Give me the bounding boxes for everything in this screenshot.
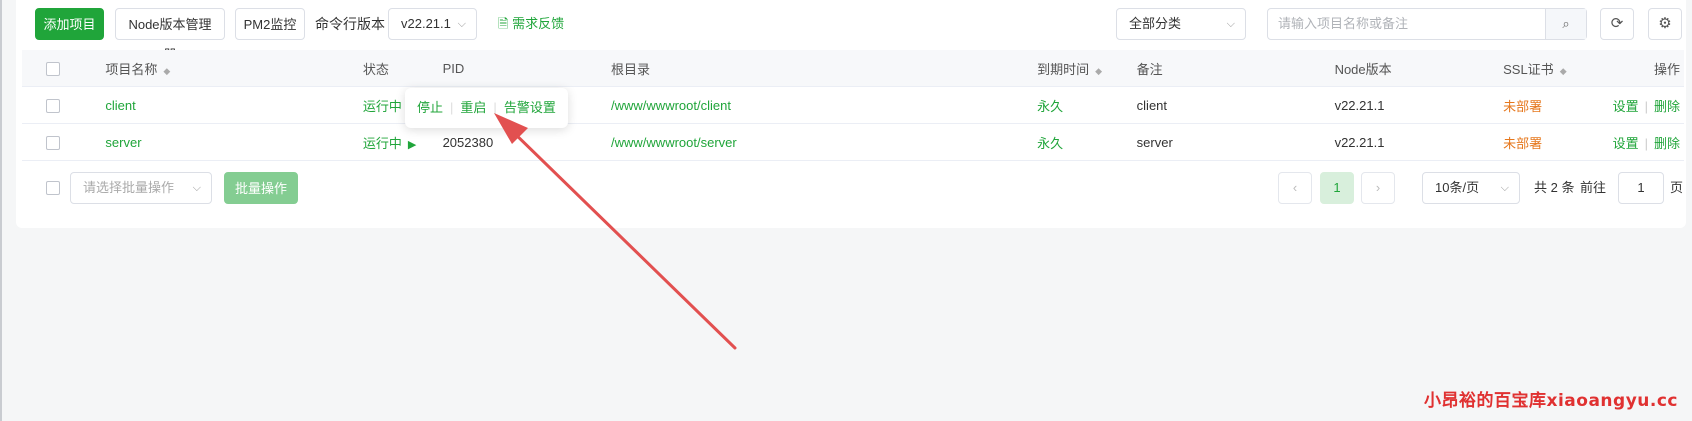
cli-version-value: v22.21.1 [401,16,451,31]
chevron-down-icon: ⌵ [1500,182,1509,194]
node-version-manager-button[interactable]: Node版本管理器 [115,8,225,62]
settings-link[interactable]: 设置 [1613,136,1639,151]
col-ops: 操作 [1612,50,1684,87]
ssl-status-link[interactable]: 未部署 [1503,123,1613,161]
total-count: 共 2 条 [1534,180,1575,195]
delete-link[interactable]: 删除 [1654,99,1680,114]
row-checkbox[interactable] [46,98,60,113]
category-value: 全部分类 [1129,16,1182,31]
next-page-button[interactable]: › [1361,172,1395,204]
project-table: 项目名称 ◆ 状态 PID 根目录 到期时间 ◆ 备注 Node版本 SSL证书 ◆ … [22,50,1684,161]
row-select-cell [22,86,106,124]
col-expire-label: 到期时间 [1037,61,1090,77]
expire-cell[interactable]: 永久 [1037,86,1137,124]
search-input[interactable]: 请输入项目名称或备注 ⌕ [1267,8,1587,40]
ops-cell: 设置 | 删除 [1612,86,1684,124]
settings-link[interactable]: 设置 [1613,99,1639,114]
select-all-checkbox[interactable] [46,61,60,76]
feedback-label: 需求反馈 [512,16,565,31]
col-ssl-label: SSL证书 [1503,61,1554,77]
sort-icon[interactable]: ◆ [1560,66,1567,76]
col-remark: 备注 [1136,50,1335,87]
node-version-cell: v22.21.1 [1334,123,1504,161]
sort-icon[interactable]: ◆ [1095,66,1102,76]
col-expire[interactable]: 到期时间 ◆ [1037,50,1137,87]
project-name-link[interactable]: client [105,86,363,124]
row-checkbox[interactable] [46,135,60,150]
chevron-down-icon: ⌵ [1226,18,1235,30]
table-footer: 请选择批量操作 ⌵ 批量操作 ‹ 1 › 10条/页 ⌵ 共 2 条 前往 1 … [22,172,1684,206]
stop-link[interactable]: 停止 [417,100,443,115]
page-number-button[interactable]: 1 [1320,172,1354,204]
search-placeholder: 请输入项目名称或备注 [1278,16,1409,31]
col-pid: PID [442,50,612,87]
col-name-label: 项目名称 [105,61,158,77]
ops-cell: 设置 | 删除 [1612,123,1684,161]
chevron-down-icon: ⌵ [457,18,466,30]
page: 添加项目 Node版本管理器 PM2监控 命令行版本 v22.21.1 ⌵ 🗎 … [0,0,1692,421]
watermark-text: 小昂裕的百宝库xiaoangyu.cc [1424,391,1678,411]
document-icon: 🗎 [498,16,509,31]
pm2-monitor-button[interactable]: PM2监控 [235,8,305,40]
ssl-status-link[interactable]: 未部署 [1503,86,1613,124]
pid-cell: 2052380 [442,123,612,161]
feedback-link[interactable]: 🗎 需求反馈 [498,8,564,40]
table-row: client 运行中▶ /www/wwwroot/client 永久 clien… [22,86,1684,124]
root-dir-link[interactable]: /www/wwwroot/server [611,123,1038,161]
status-text: 运行中 [362,98,402,114]
row-select-cell [22,123,106,161]
add-project-button[interactable]: 添加项目 [35,8,104,40]
goto-label: 前往 [1580,180,1607,195]
col-status: 状态 [362,50,443,87]
toolbar: 添加项目 Node版本管理器 PM2监控 命令行版本 v22.21.1 ⌵ 🗎 … [22,8,1682,62]
project-name-link[interactable]: server [105,123,363,161]
divider: | [1644,135,1648,151]
batch-placeholder: 请选择批量操作 [83,180,175,195]
page-size-select[interactable]: 10条/页 ⌵ [1422,172,1520,204]
col-name[interactable]: 项目名称 ◆ [105,50,363,87]
table-header-row: 项目名称 ◆ 状态 PID 根目录 到期时间 ◆ 备注 Node版本 SSL证书 ◆ … [22,50,1684,87]
chevron-right-icon: › [1375,180,1381,195]
batch-operation-select[interactable]: 请选择批量操作 ⌵ [70,172,212,204]
cli-version-label: 命令行版本 [315,16,385,32]
footer-select-all-checkbox[interactable] [46,181,60,195]
expire-cell[interactable]: 永久 [1037,123,1137,161]
col-ssl[interactable]: SSL证书 ◆ [1503,50,1613,87]
table-row: server 运行中 ▶ 2052380 /www/wwwroot/server … [22,123,1684,161]
category-select[interactable]: 全部分类 ⌵ [1116,8,1246,40]
chevron-down-icon: ⌵ [192,182,201,194]
divider: | [1644,98,1648,114]
select-all-cell [22,50,106,87]
root-dir-link[interactable]: /www/wwwroot/client [611,86,1038,124]
status-action-popover: 停止 | 重启 | 告警设置 [405,88,568,128]
status-cell[interactable]: 运行中 ▶ [362,123,443,161]
divider: | [493,100,497,115]
restart-link[interactable]: 重启 [460,100,486,115]
delete-link[interactable]: 删除 [1654,136,1680,151]
chevron-left-icon: ‹ [1292,180,1298,195]
play-icon: ▶ [407,138,417,151]
prev-page-button[interactable]: ‹ [1278,172,1312,204]
status-text: 运行中 [362,135,402,151]
page-size-value: 10条/页 [1435,180,1480,195]
gear-icon[interactable]: ⚙ [1648,8,1682,40]
refresh-icon[interactable]: ⟳ [1600,8,1634,40]
cli-version-select[interactable]: v22.21.1 ⌵ [388,8,477,40]
alert-settings-link[interactable]: 告警设置 [504,100,556,115]
remark-cell[interactable]: client [1136,86,1335,124]
node-version-cell: v22.21.1 [1334,86,1504,124]
search-icon[interactable]: ⌕ [1545,9,1586,39]
divider: | [450,100,454,115]
col-root: 根目录 [611,50,1038,87]
window-left-border [0,0,2,421]
page-suffix: 页 [1670,180,1684,195]
remark-cell[interactable]: server [1136,123,1335,161]
sort-icon[interactable]: ◆ [163,66,170,76]
col-node-version: Node版本 [1334,50,1504,87]
batch-operation-button[interactable]: 批量操作 [224,172,298,204]
goto-page-input[interactable]: 1 [1618,172,1664,204]
